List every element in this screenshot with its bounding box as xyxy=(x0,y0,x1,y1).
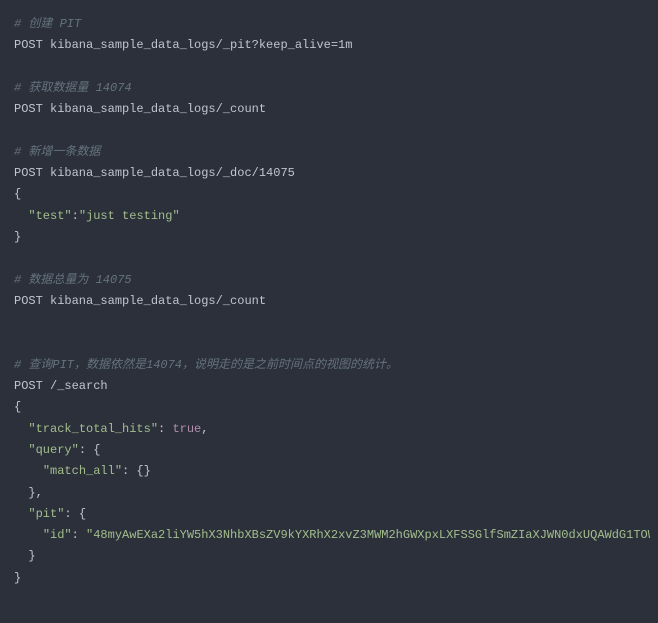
line-post-count-1: POST kibana_sample_data_logs/_count xyxy=(14,102,266,116)
comment-query-pit: # 查询PIT，数据依然是14074，说明走的是之前时间点的视图的统计。 xyxy=(14,358,398,372)
comment-total-14075: # 数据总量为 14075 xyxy=(14,273,132,287)
line-pit-id: "id": "48myAwEXa2liYW5hX3NhbXBsZV9kYXRhX… xyxy=(14,528,650,542)
code-block: # 创建 PIT POST kibana_sample_data_logs/_p… xyxy=(0,0,650,612)
line-pit-open: "pit": { xyxy=(14,507,86,521)
line-post-pit: POST kibana_sample_data_logs/_pit?keep_a… xyxy=(14,38,352,52)
line-open-brace-1: { xyxy=(14,187,21,201)
line-test-kv: "test":"just testing" xyxy=(14,209,180,223)
line-query-close: }, xyxy=(14,486,43,500)
line-close-brace-1: } xyxy=(14,230,21,244)
line-pit-close: } xyxy=(14,549,36,563)
line-post-search: POST /_search xyxy=(14,379,108,393)
comment-create-pit: # 创建 PIT xyxy=(14,17,81,31)
line-post-doc: POST kibana_sample_data_logs/_doc/14075 xyxy=(14,166,295,180)
line-query-open: "query": { xyxy=(14,443,100,457)
line-track-total-hits: "track_total_hits": true, xyxy=(14,422,208,436)
comment-get-count-14074: # 获取数据量 14074 xyxy=(14,81,132,95)
line-open-brace-2: { xyxy=(14,400,21,414)
line-post-count-2: POST kibana_sample_data_logs/_count xyxy=(14,294,266,308)
line-close-brace-2: } xyxy=(14,571,21,585)
line-match-all: "match_all": {} xyxy=(14,464,151,478)
comment-insert-one: # 新增一条数据 xyxy=(14,145,100,159)
